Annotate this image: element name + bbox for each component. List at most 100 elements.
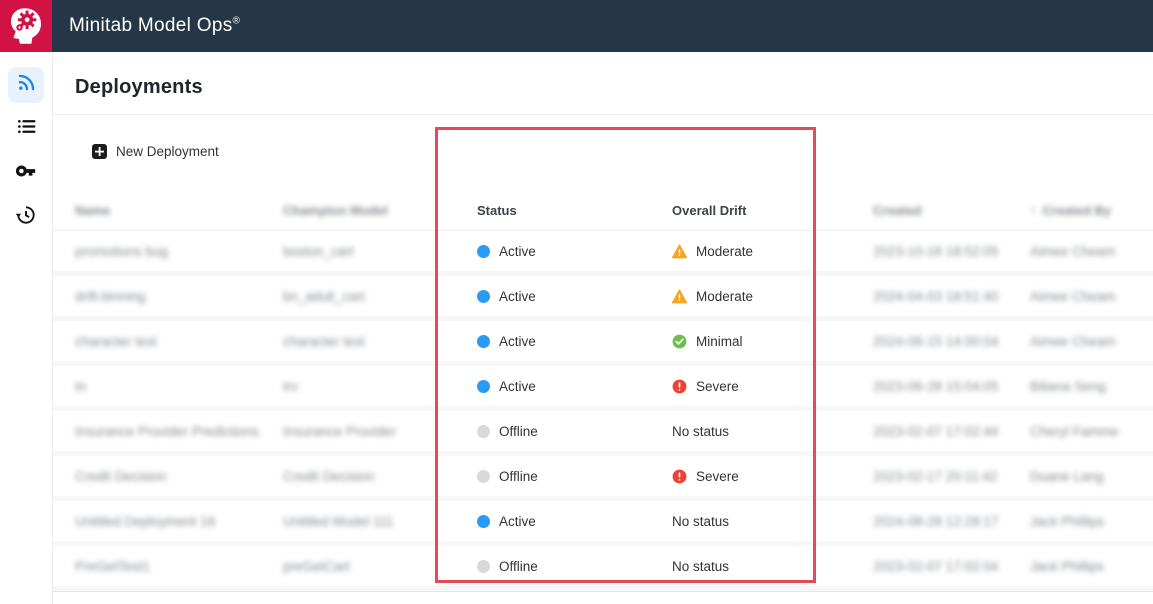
cell-status: Active (477, 334, 672, 349)
toolbar: New Deployment (53, 131, 1153, 171)
cell-created-by: Duane Lang (1030, 469, 1147, 484)
cell-overall-drift: No status (672, 514, 873, 529)
sort-ascending-icon: ↑ (1030, 203, 1037, 218)
status-offline-dot-icon (477, 470, 490, 483)
column-header-champion_model[interactable]: Champion Model (283, 203, 477, 218)
cell-champion-model: boston_cart (283, 244, 477, 259)
status-active-dot-icon (477, 290, 490, 303)
table-header-row: Name Champion Model Status Overall Drift Cre… (53, 191, 1153, 231)
drift-label: No status (672, 424, 729, 439)
status-label: Active (499, 514, 536, 529)
cell-created: 2023-02-17 20:11:42 (873, 469, 1030, 484)
sidebar-item-list[interactable] (8, 111, 44, 147)
table-row[interactable]: Untitled Deployment 16Untitled Model 111… (53, 501, 1153, 541)
status-label: Active (499, 379, 536, 394)
cell-overall-drift: Minimal (672, 334, 873, 349)
cell-overall-drift: Moderate (672, 289, 873, 304)
status-label: Active (499, 244, 536, 259)
table-row[interactable]: Insurance Provider PredictionsInsurance … (53, 411, 1153, 451)
table-row[interactable]: promotions bugboston_cartActiveModerate2… (53, 231, 1153, 271)
cell-created-by: Biliana Seng (1030, 379, 1147, 394)
new-deployment-button[interactable]: New Deployment (92, 144, 219, 159)
column-header-label: Champion Model (283, 203, 388, 218)
sidebar-item-api-keys[interactable] (8, 155, 44, 191)
cell-name: Insurance Provider Predictions (75, 424, 283, 439)
status-offline-dot-icon (477, 425, 490, 438)
cell-created-by: Aimee Cheam (1030, 244, 1147, 259)
page-title: Deployments (75, 76, 1153, 99)
cell-status: Offline (477, 469, 672, 484)
column-header-label: Name (75, 203, 110, 218)
cell-status: Active (477, 244, 672, 259)
cell-created-by: Jack Phillips (1030, 514, 1147, 529)
drift-warning-triangle (672, 289, 687, 304)
page-header: Deployments (53, 52, 1153, 115)
cell-name: PreGetTest1 (75, 559, 283, 574)
cell-champion-model: preGetCart (283, 559, 477, 574)
cell-created: 2023-02-07 17:02:44 (873, 424, 1030, 439)
table-bottom-divider (53, 591, 1153, 592)
cell-champion-model: Untitled Model 111 (283, 514, 477, 529)
cell-created-by: Jack Phillips (1030, 559, 1147, 574)
status-label: Offline (499, 469, 538, 484)
cell-created: 2024-06-15 14:00:04 (873, 334, 1030, 349)
cell-created-by: Aimee Cheam (1030, 334, 1147, 349)
drift-check-circle (672, 334, 687, 349)
drift-label: Severe (696, 469, 739, 484)
cell-name: Untitled Deployment 16 (75, 514, 283, 529)
column-header-created[interactable]: Created (873, 203, 1030, 218)
status-active-dot-icon (477, 380, 490, 393)
cell-champion-model: Insurance Provider (283, 424, 477, 439)
cell-created-by: Cheryl Famme (1030, 424, 1147, 439)
table-row[interactable]: tntrvActiveSevere2023-06-28 15:04:05Bili… (53, 366, 1153, 406)
column-header-label: Created (873, 203, 921, 218)
rss-broadcast-icon (16, 72, 37, 98)
drift-label: Severe (696, 379, 739, 394)
cell-created: 2023-10-18 18:52:05 (873, 244, 1030, 259)
cell-overall-drift: No status (672, 559, 873, 574)
sidebar-item-history[interactable] (8, 199, 44, 235)
cell-created: 2023-06-28 15:04:05 (873, 379, 1030, 394)
cell-name: character test (75, 334, 283, 349)
cell-champion-model: character test (283, 334, 477, 349)
column-header-name[interactable]: Name (75, 203, 283, 218)
table-row[interactable]: drift-binningbn_adult_cart Active Moderate… (53, 276, 1153, 316)
cell-created: 2024-08-28 12:28:17 (873, 514, 1030, 529)
registered-mark: ® (233, 16, 241, 27)
cell-overall-drift: Severe (672, 379, 873, 394)
cell-name: drift-binning (75, 289, 283, 304)
top-bar: Minitab Model Ops® (0, 0, 1153, 52)
new-deployment-label: New Deployment (116, 144, 219, 159)
sidebar-item-deployments[interactable] (8, 67, 44, 103)
column-header-status[interactable]: Status (477, 203, 672, 218)
drift-label: No status (672, 514, 729, 529)
status-active-dot-icon (477, 515, 490, 528)
cell-champion-model: bn_adult_cart (283, 289, 477, 304)
cell-status: Offline (477, 424, 672, 439)
status-active-dot-icon (477, 335, 490, 348)
column-header-label: Created By (1043, 203, 1112, 218)
table-row[interactable]: PreGetTest1preGetCartOfflineNo status202… (53, 546, 1153, 586)
table-row[interactable]: Credit DecisionCredit DecisionOfflineSev… (53, 456, 1153, 496)
cell-status: Active (477, 289, 672, 304)
column-header-drift[interactable]: Overall Drift (672, 203, 873, 218)
list-icon (16, 116, 37, 142)
main-content: Deployments New Deployment Name Champion … (53, 52, 1153, 604)
history-clock-icon (15, 204, 37, 231)
drift-warning-triangle (672, 244, 687, 259)
status-label: Active (499, 289, 536, 304)
cell-created-by: Aimee Cheam (1030, 289, 1147, 304)
column-header-label: Overall Drift (672, 203, 746, 218)
cell-overall-drift: Severe (672, 469, 873, 484)
table-row[interactable]: character testcharacter testActiveMinima… (53, 321, 1153, 361)
column-header-created_by[interactable]: ↑ Created By (1030, 203, 1147, 218)
cell-name: tn (75, 379, 283, 394)
drift-error-circle (672, 469, 687, 484)
cell-name: promotions bug (75, 244, 283, 259)
app-title: Minitab Model Ops® (69, 15, 240, 37)
column-header-label: Status (477, 203, 517, 218)
status-offline-dot-icon (477, 560, 490, 573)
table-body: promotions bugboston_cart Active Moderate 2… (53, 231, 1153, 591)
status-active-dot-icon (477, 245, 490, 258)
drift-label: Minimal (696, 334, 743, 349)
